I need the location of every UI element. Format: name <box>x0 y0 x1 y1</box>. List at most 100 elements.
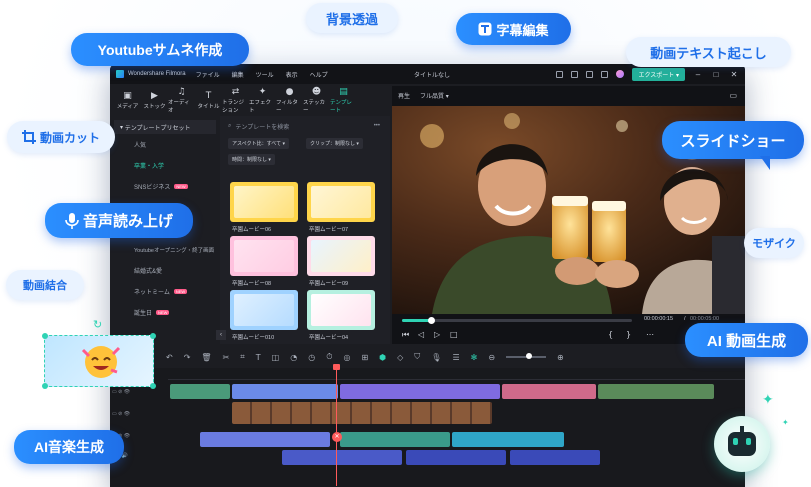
nav-item-meme[interactable]: ネットミーム NEW <box>110 281 220 302</box>
resize-handle[interactable] <box>42 383 48 389</box>
close-icon[interactable]: ✕ <box>729 70 739 79</box>
zoom-in-icon[interactable]: ⊕ <box>557 353 564 362</box>
ai-assistant-badge[interactable] <box>714 416 770 472</box>
color-icon[interactable]: ◔ <box>290 353 297 362</box>
export-button[interactable]: エクスポート ▾ <box>632 67 685 81</box>
timeline-clip[interactable] <box>170 384 230 399</box>
split-icon[interactable]: ⊞ <box>361 353 368 362</box>
crop-icon[interactable]: ⌗ <box>240 352 245 362</box>
snap-icon[interactable]: ✻ <box>471 353 478 362</box>
text-icon[interactable]: T <box>256 353 261 362</box>
mask-icon[interactable]: ◫ <box>272 353 280 362</box>
redo-icon[interactable]: ↷ <box>184 353 191 362</box>
sticker-selection[interactable]: ↻ <box>42 318 156 389</box>
tool-stock[interactable]: ▶ ストック <box>141 86 168 114</box>
maximize-icon[interactable]: □ <box>711 70 721 79</box>
rotate-icon[interactable]: ↻ <box>93 318 102 331</box>
menu-edit[interactable]: 編集 <box>232 70 244 79</box>
nav-item-popular[interactable]: 人気 <box>110 134 220 155</box>
scrub-bar[interactable] <box>402 317 632 324</box>
zoom-handle[interactable] <box>526 353 533 359</box>
titlebar-tools: エクスポート ▾ – □ ✕ <box>556 67 739 81</box>
timeline-clip[interactable] <box>232 384 338 399</box>
tool-filter[interactable]: ● フィルター <box>276 86 303 114</box>
prev-frame-icon[interactable]: ⏮ <box>402 330 409 340</box>
minimize-icon[interactable]: – <box>693 70 703 79</box>
tool-audio[interactable]: ♫ オーディオ <box>168 86 195 114</box>
template-thumbnail[interactable] <box>230 182 298 222</box>
scrub-handle[interactable] <box>428 317 435 324</box>
more-icon[interactable]: ••• <box>374 123 380 129</box>
template-caption: 卒園ムービー07 <box>309 227 349 233</box>
nav-item-wedding[interactable]: 結婚式&愛 <box>110 260 220 281</box>
tool-effect[interactable]: ✦ エフェクト <box>249 86 276 114</box>
menu-help[interactable]: ヘルプ <box>310 70 328 79</box>
resize-handle[interactable] <box>42 333 48 339</box>
avatar[interactable] <box>616 70 625 78</box>
list-icon[interactable]: ☰ <box>452 353 459 362</box>
timer-icon[interactable]: ⏱ <box>326 352 332 362</box>
menu-view[interactable]: 表示 <box>286 70 298 79</box>
cloud-icon[interactable] <box>586 70 594 78</box>
keyframe-icon[interactable]: ◇ <box>397 353 403 362</box>
zoom-out-icon[interactable]: ⊖ <box>488 353 495 362</box>
filter-clip[interactable]: クリップ：制限なし ▾ <box>306 138 363 149</box>
menu-file[interactable]: ファイル <box>196 70 220 79</box>
mark-out-icon[interactable]: } <box>626 330 631 339</box>
audio-clip[interactable] <box>510 450 600 465</box>
tool-transition[interactable]: ⇄ トランジション <box>222 86 249 114</box>
marker-icon[interactable]: ✕ <box>332 432 342 442</box>
more-icon[interactable]: ⋯ <box>646 330 654 339</box>
audio-clip[interactable] <box>282 450 402 465</box>
timeline-clip[interactable] <box>340 384 500 399</box>
zoom-slider[interactable] <box>506 353 547 359</box>
speed-icon[interactable]: ◷ <box>308 353 315 362</box>
timeline-clip[interactable] <box>452 432 564 447</box>
undo-icon[interactable]: ↶ <box>166 353 173 362</box>
timeline-clip[interactable] <box>340 432 450 447</box>
motion-icon[interactable]: ◎ <box>343 353 350 362</box>
template-thumbnail[interactable] <box>307 182 375 222</box>
template-thumbnail[interactable] <box>230 290 298 330</box>
tool-title[interactable]: T タイトル <box>195 86 222 114</box>
scissors-icon[interactable]: ✂ <box>223 353 230 362</box>
filter-time[interactable]: 時間：制限なし ▾ <box>228 154 275 165</box>
stop-icon[interactable]: □ <box>450 330 458 339</box>
microphone-icon <box>65 212 79 229</box>
delete-icon[interactable]: 🗑 <box>201 353 211 362</box>
monitor-icon[interactable] <box>556 70 564 78</box>
play-icon[interactable]: ▷ <box>434 330 440 339</box>
template-thumbnail[interactable] <box>230 236 298 276</box>
nav-item-graduation[interactable]: 卒業・入学 <box>110 155 220 176</box>
template-nav-header[interactable]: ▾ テンプレートプリセット <box>114 120 216 134</box>
layout-icon[interactable] <box>571 70 579 78</box>
template-thumbnail[interactable] <box>307 236 375 276</box>
shield-icon[interactable]: ⛉ <box>414 352 420 362</box>
bell-icon[interactable] <box>601 70 609 78</box>
nav-item-sns-business[interactable]: SNSビジネス NEW <box>110 176 220 197</box>
step-back-icon[interactable]: ◁ <box>418 330 424 339</box>
resize-handle[interactable] <box>150 333 156 339</box>
nav-item-birthday[interactable]: 誕生日 NEW <box>110 302 220 323</box>
ai-icon[interactable]: ⬢ <box>379 353 386 362</box>
playhead[interactable] <box>333 364 340 486</box>
template-search[interactable]: ⌕ テンプレートを検索 ••• <box>228 120 380 132</box>
timeline-clip[interactable] <box>598 384 714 399</box>
snapshot-icon[interactable]: ▭ <box>729 91 737 100</box>
tool-media[interactable]: ▣ メディア <box>114 86 141 114</box>
filter-aspect[interactable]: アスペクト比：すべて ▾ <box>228 138 290 149</box>
timeline-clip[interactable] <box>200 432 330 447</box>
mark-in-icon[interactable]: { <box>608 330 613 339</box>
resize-handle[interactable] <box>150 383 156 389</box>
menu-tools[interactable]: ツール <box>256 70 274 79</box>
audio-clip[interactable] <box>406 450 506 465</box>
collapse-icon[interactable]: ‹ <box>216 330 226 340</box>
quality-select[interactable]: フル品質 ▾ <box>420 91 449 100</box>
mic-icon[interactable]: 🎙 <box>431 353 441 362</box>
video-clip[interactable] <box>232 402 492 424</box>
template-thumbnail[interactable] <box>307 290 375 330</box>
timeline-clip[interactable] <box>502 384 596 399</box>
nav-item-youtube[interactable]: Youtubeオープニング・終了画面 <box>110 239 220 260</box>
tool-template[interactable]: ▤ テンプレート <box>330 86 357 114</box>
tool-sticker[interactable]: ☻ ステッカー <box>303 86 330 114</box>
